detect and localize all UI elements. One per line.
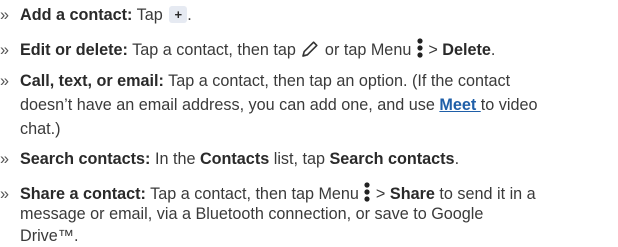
item-title: Edit or delete: bbox=[20, 41, 128, 59]
menu-dots-icon bbox=[416, 37, 424, 65]
meet-link[interactable]: Meet bbox=[439, 96, 480, 114]
bullet: » bbox=[0, 72, 10, 90]
list-item-add-contact: » Add a contact: Tap +. bbox=[0, 6, 192, 24]
pencil-icon bbox=[300, 39, 320, 65]
list-item-search-contacts: » Search contacts: In the Contacts list, … bbox=[0, 150, 460, 168]
item-title: Share a contact: bbox=[20, 185, 146, 203]
item-title: Search contacts: bbox=[20, 150, 151, 168]
bullet: » bbox=[0, 41, 10, 59]
plus-icon: + bbox=[169, 6, 188, 23]
contacts-help-page: » Add a contact: Tap +. » Edit or delete: … bbox=[0, 0, 618, 245]
item-title: Call, text, or email: bbox=[20, 72, 164, 90]
list-item-edit-delete: » Edit or delete: Tap a contact, then tap… bbox=[0, 37, 618, 59]
item-title: Add a contact: bbox=[20, 6, 133, 24]
bullet: » bbox=[0, 6, 10, 24]
bullet: » bbox=[0, 150, 10, 168]
bullet: » bbox=[0, 185, 10, 203]
